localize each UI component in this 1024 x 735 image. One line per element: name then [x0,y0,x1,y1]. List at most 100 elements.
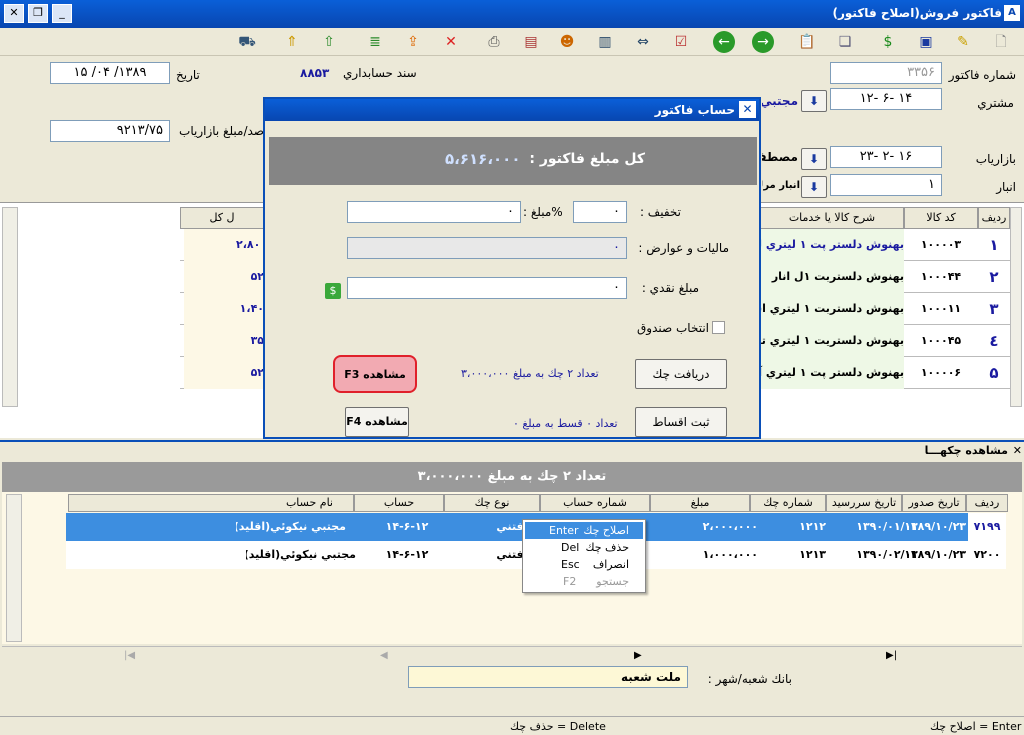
delete-x-icon[interactable]: ✕ [440,31,462,53]
split-icon[interactable]: ⇔ [632,31,654,53]
checks-header-check-no: شماره چك [750,494,826,512]
print-icon[interactable]: ⎙ [483,31,505,53]
check-amount: ۱،۰۰۰،۰۰۰ [702,548,758,561]
check-amount: ۲،۰۰۰،۰۰۰ [702,520,758,533]
close-button[interactable]: ✕ [4,4,24,23]
title-bar: A فاكتور فروش(اصلاح فاكتور) ✕ ❐ _ [0,0,1024,28]
bank-field[interactable]: ملت شعبه [408,666,688,688]
minimize-button[interactable]: _ [52,4,72,23]
check-number: ۱۲۱۲ [799,520,826,533]
copy-icon[interactable]: ❏ [834,31,856,53]
customer-lookup-button[interactable]: ⬇ [801,90,827,112]
money-icon[interactable]: $ [325,283,341,299]
menu-item-key: F2 [563,575,577,588]
warehouse-code-field[interactable]: ۱ [830,174,942,196]
marketer-name: مصطفي [762,150,798,164]
nav-last-icon[interactable]: ▶| [886,650,897,661]
cashbox-checkbox[interactable] [712,321,725,334]
truck-icon[interactable]: ⛟ [236,31,258,53]
items-scrollbar[interactable] [2,207,18,407]
item-code: ۱۰۰۰۴۵ [920,334,962,347]
checks-header-account-no: شماره حساب [540,494,650,512]
items-header-row: رديف [978,207,1010,229]
list-icon[interactable]: ≣ [364,31,386,53]
checks-title-bar: مشاهده چكهـــا ✕ [0,442,1024,460]
item-total: ۵۲ [184,357,264,389]
checks-title: مشاهده چكهـــا [924,444,1008,457]
nav-prev-icon[interactable]: ◀ [380,650,388,661]
view-installments-f4-button[interactable]: مشاهده F4 [345,407,409,437]
check-row: ۷۲۰۰ [973,548,1001,561]
tax-label: ماليات و عوارض : [638,241,729,255]
checks-panel: مشاهده چكهـــا ✕ تعداد ۲ چك به مبلغ ۳،۰۰… [0,440,1024,735]
discount-amount-field[interactable]: ۰ [347,201,521,223]
menu-item-cancel[interactable]: انصراف Esc [525,556,643,573]
restore-button[interactable]: ❐ [28,4,48,23]
report-icon[interactable]: ▤ [520,31,542,53]
marketer-pct-field[interactable]: ۹۲۱۳/۷۵ [50,120,170,142]
item-total: ۳۵ [184,325,264,357]
items-right-scrollbar[interactable] [1010,207,1022,407]
upload-icon[interactable]: ⇧ [318,31,340,53]
menu-item-label: جستجو [596,575,629,588]
menu-item-label: حذف چك [585,541,629,554]
view-checks-f3-button[interactable]: مشاهده F3 [333,355,417,393]
dialog-title-bar: حساب فاكتور ✕ [265,99,759,121]
export-icon[interactable]: ⇪ [402,31,424,53]
warehouse-lookup-button[interactable]: ⬇ [801,176,827,198]
doc-number: ۸۸۵۳ [300,66,330,80]
next-arrow-icon[interactable]: → [752,31,774,53]
checklist-icon[interactable]: ☑ [670,31,692,53]
context-menu: اصلاح چك Enter حذف چك Del انصراف Esc جست… [522,519,646,593]
item-code: ۱۰۰۰۰۶ [920,366,962,379]
checks-summary: تعداد ۲ چك به مبلغ ۳،۰۰۰،۰۰۰ [2,462,1022,492]
item-row: ۳ [989,300,999,318]
folder-up-icon[interactable]: ⇑ [281,31,303,53]
item-row: ٤ [989,332,999,350]
nav-next-icon[interactable]: ▶ [634,650,642,661]
item-code: ۱۰۰۰۱۱ [920,302,962,315]
item-desc: بهنوش دلستريت ۱ ليتري تو [760,325,904,357]
new-doc-icon[interactable]: 🗋 [990,31,1012,53]
user-icon[interactable]: ☻ [556,31,578,53]
customer-label: مشتري [977,96,1014,110]
marketer-lookup-button[interactable]: ⬇ [801,148,827,170]
checks-header-row: رديف [966,494,1008,512]
money-icon[interactable]: $ [877,31,899,53]
doc-label: سند حسابداري [343,66,417,80]
discount-amount-label: %مبلغ : [523,205,563,219]
menu-item-key: Esc [561,558,580,571]
total-band: كل مبلغ فاكتور : ۵،۶۱۶،۰۰۰ [269,137,757,185]
customer-code-field[interactable]: ۱۴ -۶ -۱۲ [830,88,942,110]
menu-item-key: Del [561,541,580,554]
invoice-account-dialog: حساب فاكتور ✕ كل مبلغ فاكتور : ۵،۶۱۶،۰۰۰… [263,97,761,439]
app-icon: A [1004,5,1020,21]
discount-pct-field[interactable]: ۰ [573,201,627,223]
items-header-code: كد كالا [904,207,978,229]
check-account: ۱۴-۶-۱۲ [385,548,429,561]
save-icon[interactable]: ▣ [915,31,937,53]
dialog-close-button[interactable]: ✕ [739,101,756,118]
cash-field[interactable]: ۰ [347,277,627,299]
check-row: ۷۱۹۹ [968,513,1006,541]
checks-close-button[interactable]: ✕ [1013,444,1022,457]
receive-check-button[interactable]: دريافت چك [635,359,727,389]
invoice-no-label: شماره فاكتور [948,68,1016,82]
edit-pencil-icon[interactable]: ✎ [952,31,974,53]
checks-scrollbar[interactable] [6,494,22,642]
invoice-no-field[interactable]: ۳۳۵۶ [830,62,942,84]
total-label: كل مبلغ فاكتور : [529,151,645,167]
customer-name: مجتبي ني [762,94,798,108]
columns-icon[interactable]: ▥ [594,31,616,53]
menu-item-edit-check[interactable]: اصلاح چك Enter [525,522,643,539]
menu-item-search[interactable]: جستجو F2 [525,573,643,590]
check-issue-date: ۱۳۸۹/۱۰/۲۳ [904,520,966,533]
prev-arrow-icon[interactable]: ← [713,31,735,53]
installments-button[interactable]: ثبت اقساط [635,407,727,437]
paste-icon[interactable]: 📋 [796,31,818,53]
menu-item-delete-check[interactable]: حذف چك Del [525,539,643,556]
marketer-code-field[interactable]: ۱۶ -۲ -۲۳ [830,146,942,168]
nav-first-icon[interactable]: |◀ [124,650,135,661]
bank-label: بانك شعبه/شهر : [707,672,792,686]
date-field[interactable]: ۱۳۸۹/ ۰۴/ ۱۵ [50,62,170,84]
